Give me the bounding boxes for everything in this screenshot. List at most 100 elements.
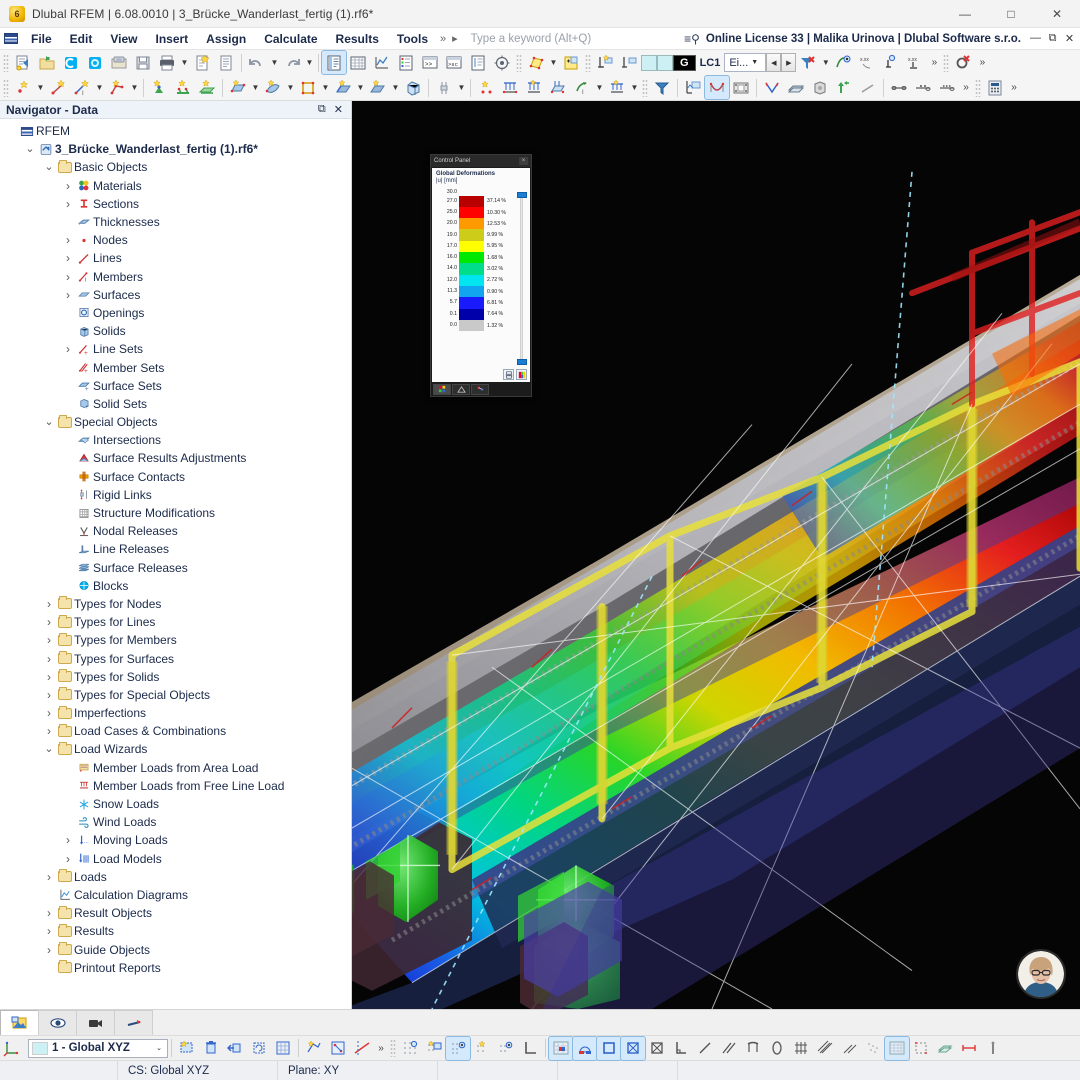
script-icon[interactable]: >sc [442, 51, 466, 74]
tree-item-nodal-releases[interactable]: Nodal Releases [0, 522, 351, 540]
xxx-results-icon[interactable]: x.xx [903, 51, 927, 74]
legend-color-swatch[interactable] [459, 218, 484, 229]
legend-slider-thumb-top[interactable] [517, 192, 527, 198]
curved-surface-dropdown-icon[interactable]: ▼ [285, 76, 296, 99]
grid-visible-icon[interactable] [446, 1037, 470, 1060]
legend-color-swatch[interactable] [459, 309, 484, 320]
delete-plane-icon[interactable] [199, 1037, 223, 1060]
surface-icon[interactable] [226, 76, 250, 99]
tree-item-blocks[interactable]: Blocks [0, 577, 351, 595]
tree-item-lines[interactable]: ›Lines [0, 249, 351, 267]
tree-item-surface-releases[interactable]: Surface Releases [0, 559, 351, 577]
tree-item-thicknesses[interactable]: Thicknesses [0, 213, 351, 231]
control-panel[interactable]: Control Panel × Global Deformations |u| … [430, 154, 532, 397]
combination-icon[interactable] [605, 76, 629, 99]
tree-item-openings[interactable]: Openings [0, 304, 351, 322]
tree-item-special-objects[interactable]: ⌄Special Objects [0, 413, 351, 431]
tree-item-load-cases-combinations[interactable]: ›Load Cases & Combinations [0, 722, 351, 740]
report-icon[interactable] [466, 51, 490, 74]
tree-item-rfem[interactable]: RFEM [0, 122, 351, 140]
status-overflow[interactable]: » [374, 1037, 388, 1060]
save-as-icon[interactable] [107, 51, 131, 74]
legend-color-swatch[interactable] [459, 196, 484, 207]
tree-expand-icon[interactable]: › [61, 251, 75, 265]
surface-set-icon[interactable] [366, 76, 390, 99]
osnap-line-icon[interactable] [693, 1037, 717, 1060]
new-model-icon[interactable] [11, 51, 35, 74]
member-dropdown-icon[interactable]: ▼ [94, 76, 105, 99]
legend-color-swatch[interactable] [459, 252, 484, 263]
solid-icon[interactable] [401, 76, 425, 99]
color-scale-tab[interactable] [433, 384, 451, 395]
surface-set-dropdown-icon[interactable]: ▼ [390, 76, 401, 99]
toolbar2-grip[interactable] [3, 79, 9, 97]
legend-color-swatch[interactable] [459, 263, 484, 274]
doc-restore-button[interactable]: ⧉ [1044, 32, 1061, 45]
tree-item-result-objects[interactable]: ›Result Objects [0, 904, 351, 922]
support-top-icon[interactable] [593, 51, 617, 74]
menu-results[interactable]: Results [327, 28, 388, 50]
toolbar-grip-3[interactable] [585, 54, 591, 72]
load-icon[interactable] [474, 76, 498, 99]
plane-rotate-icon[interactable] [247, 1037, 271, 1060]
member-result-3-icon[interactable] [935, 76, 959, 99]
line-icon[interactable] [46, 76, 70, 99]
menu-overflow-button[interactable]: » [437, 33, 449, 45]
camera-tab[interactable] [76, 1010, 115, 1035]
tree-item-surface-contacts[interactable]: Surface Contacts [0, 468, 351, 486]
tree-expand-icon[interactable]: › [61, 342, 75, 356]
osnap-points-icon[interactable] [861, 1037, 885, 1060]
osnap-ellipse-icon[interactable] [765, 1037, 789, 1060]
thickness-icon[interactable] [331, 76, 355, 99]
undo-icon[interactable] [245, 51, 269, 74]
tree-item-types-for-nodes[interactable]: ›Types for Nodes [0, 595, 351, 613]
guideline-icon[interactable] [350, 1037, 374, 1060]
member-result-1-icon[interactable] [887, 76, 911, 99]
factors-tab[interactable] [452, 384, 470, 395]
menu-insert[interactable]: Insert [146, 28, 197, 50]
tree-item-3-br-cke-wanderlast-fertig-1-rf6[interactable]: ⌄3_Brücke_Wanderlast_fertig (1).rf6* [0, 140, 351, 158]
solid-results-icon[interactable] [808, 76, 832, 99]
tree-item-solid-sets[interactable]: +Solid Sets [0, 395, 351, 413]
calculator-icon[interactable] [983, 76, 1007, 99]
console-icon[interactable]: >> [418, 51, 442, 74]
print-legend-icon[interactable] [503, 369, 514, 380]
connect-icon[interactable] [59, 51, 83, 74]
next-load-case-button[interactable]: ▶ [781, 53, 796, 72]
navigator-close-button[interactable]: ✕ [334, 103, 343, 116]
plane-arrow-icon[interactable] [223, 1037, 247, 1060]
coordinate-system-selector[interactable]: 1 - Global XYZ ⌄ [28, 1039, 168, 1058]
color-swatch[interactable] [641, 55, 657, 71]
tree-item-line-releases[interactable]: Line Releases [0, 540, 351, 558]
window-close-button[interactable]: ✕ [1034, 0, 1080, 28]
input-table-icon[interactable] [559, 51, 583, 74]
model-viewport-3d[interactable]: Control Panel × Global Deformations |u| … [352, 101, 1080, 1009]
opening-icon[interactable] [296, 76, 320, 99]
polyline-dropdown-icon[interactable]: ▼ [129, 76, 140, 99]
tree-item-rigid-links[interactable]: Rigid Links [0, 486, 351, 504]
osnap-midpoint-icon[interactable] [573, 1037, 597, 1060]
new-report-icon[interactable] [190, 51, 214, 74]
tree-item-types-for-members[interactable]: ›Types for Members [0, 631, 351, 649]
navigator-toggle-icon[interactable] [322, 51, 346, 74]
tree-item-calculation-diagrams[interactable]: Calculation Diagrams [0, 886, 351, 904]
animate-icon[interactable] [729, 76, 753, 99]
tree-expand-icon[interactable]: › [42, 652, 56, 666]
snap-settings-icon[interactable] [302, 1037, 326, 1060]
save-icon[interactable] [131, 51, 155, 74]
toolbar-grip-4[interactable] [943, 54, 949, 72]
grid-snap-new-icon[interactable] [422, 1037, 446, 1060]
toolbar2-grip-3[interactable] [975, 79, 981, 97]
osnap-center-icon[interactable] [621, 1037, 645, 1060]
menu-file[interactable]: File [22, 28, 61, 50]
tree-collapse-icon[interactable]: ⌄ [42, 418, 56, 426]
member-result-2-icon[interactable] [911, 76, 935, 99]
tree-item-solids[interactable]: Solids [0, 322, 351, 340]
grid-eye-icon[interactable] [494, 1037, 518, 1060]
surface-dropdown-icon[interactable]: ▼ [250, 76, 261, 99]
render-view-tab[interactable] [0, 1010, 39, 1035]
menu-tools[interactable]: Tools [388, 28, 437, 50]
tree-item-surfaces[interactable]: ›Surfaces [0, 286, 351, 304]
document-icon[interactable] [214, 51, 238, 74]
tree-expand-icon[interactable]: › [61, 233, 75, 247]
